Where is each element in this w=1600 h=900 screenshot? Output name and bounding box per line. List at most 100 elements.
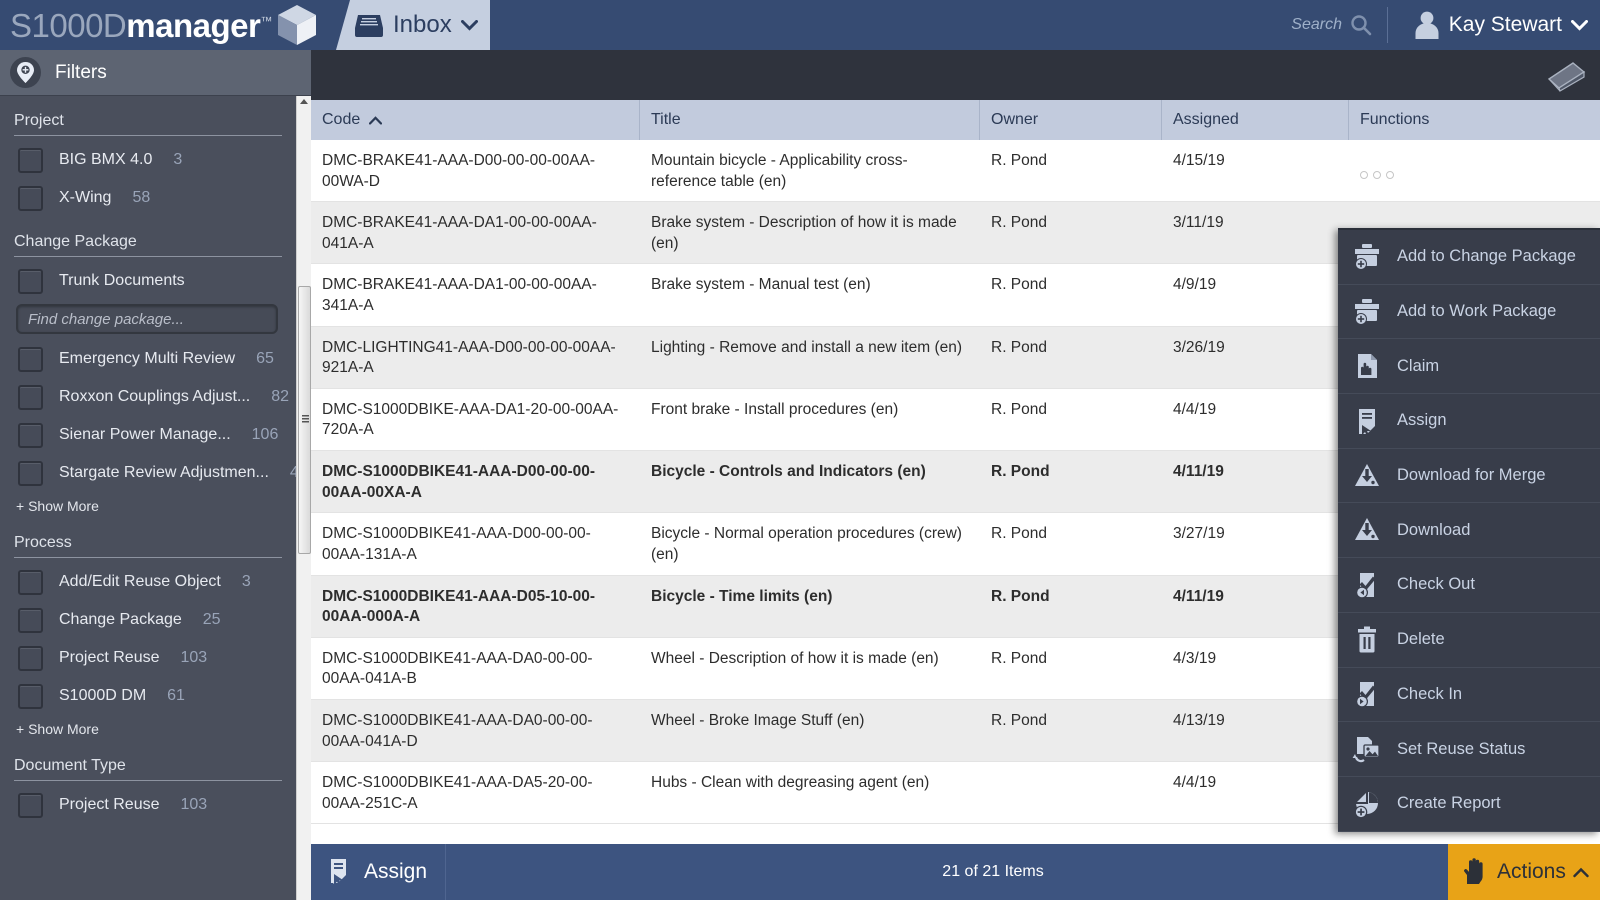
ellipsis-dot-icon	[1386, 170, 1394, 179]
menu-item-label: Set Reuse Status	[1397, 739, 1526, 758]
actions-button[interactable]: Actions	[1448, 844, 1600, 900]
filter-count: 3	[241, 573, 251, 590]
filters-badge	[10, 57, 41, 88]
cell-title: Wheel - Broke Image Stuff (en)	[651, 711, 865, 729]
cell-assigned: 3/26/19	[1173, 338, 1225, 356]
table-row[interactable]: DMC-BRAKE41-AAA-D00-00-00-00AA-00WA-D Mo…	[311, 140, 1600, 203]
checkbox[interactable]	[18, 607, 43, 633]
checkbox[interactable]	[18, 569, 43, 595]
cell-assigned: 4/3/19	[1173, 649, 1217, 667]
checkbox[interactable]	[18, 346, 43, 372]
menu-item-check-in[interactable]: Check In	[1338, 668, 1600, 723]
scrollbar-thumb[interactable]	[298, 286, 311, 554]
cell-owner: R. Pond	[991, 400, 1048, 418]
search-placeholder-label: Search	[1291, 16, 1342, 33]
show-more-process[interactable]: + Show More	[14, 715, 282, 741]
column-header-owner[interactable]: Owner	[980, 100, 1162, 140]
column-header-title[interactable]: Title	[640, 100, 980, 140]
menu-item-claim[interactable]: Claim	[1338, 339, 1600, 395]
cell-title: Brake system - Description of how it is …	[651, 214, 957, 252]
cell-assigned: 4/15/19	[1173, 152, 1225, 169]
row-context-menu: Add to Change Package Add to Work Packag…	[1338, 228, 1600, 832]
filter-item-trunk-documents[interactable]: Trunk Documents	[14, 262, 282, 300]
menu-item-label: Create Report	[1397, 794, 1501, 813]
filter-item-add-edit-reuse-object[interactable]: Add/Edit Reuse Object 3	[14, 563, 282, 601]
brand-text: S1000Dmanager™	[10, 9, 272, 42]
column-header-code[interactable]: Code	[311, 100, 640, 140]
search-icon[interactable]	[1350, 14, 1372, 36]
column-label: Functions	[1360, 111, 1430, 128]
filter-item-big-bmx[interactable]: BIG BMX 4.0 3	[14, 141, 282, 179]
cell-owner: R. Pond	[991, 525, 1048, 543]
filter-group-title-change-package: Change Package	[14, 217, 282, 257]
avatar-icon	[1415, 11, 1439, 39]
filter-item-project-reuse-doctype[interactable]: Project Reuse 103	[14, 786, 282, 824]
filter-item-change-package-process[interactable]: Change Package 25	[14, 601, 282, 639]
cell-title: Front brake - Install procedures (en)	[651, 400, 899, 418]
chevron-down-icon[interactable]	[1571, 19, 1588, 31]
check-out-icon	[1356, 572, 1376, 599]
checkbox[interactable]	[18, 384, 43, 410]
cell-owner: R. Pond	[991, 276, 1048, 294]
app-logo[interactable]: S1000Dmanager™	[0, 0, 352, 50]
eraser-icon[interactable]	[1546, 60, 1588, 92]
checkbox[interactable]	[18, 185, 43, 211]
briefcase-plus-icon	[1355, 298, 1379, 325]
column-label: Owner	[991, 111, 1039, 128]
checkbox[interactable]	[18, 792, 43, 818]
filter-label: Project Reuse	[59, 796, 160, 813]
cell-owner: R. Pond	[991, 338, 1048, 356]
filter-item-x-wing[interactable]: X-Wing 58	[14, 179, 282, 217]
location-pin-icon	[17, 62, 34, 83]
reuse-status-icon	[1352, 737, 1380, 763]
column-label: Title	[651, 111, 681, 128]
user-menu[interactable]: Kay Stewart	[1414, 0, 1588, 50]
tab-inbox[interactable]: Inbox	[336, 0, 490, 50]
cell-assigned: 4/11/19	[1173, 587, 1224, 605]
hand-document-icon	[1358, 354, 1377, 379]
chevron-down-icon[interactable]	[460, 19, 478, 31]
search-box[interactable]: Search	[1291, 0, 1372, 50]
filter-count: 61	[167, 687, 185, 704]
cell-functions[interactable]	[1349, 140, 1600, 201]
menu-item-add-to-work-package[interactable]: Add to Work Package	[1338, 285, 1600, 340]
scroll-up-arrow-icon[interactable]	[300, 99, 308, 104]
cell-title: Bicycle - Normal operation procedures (c…	[651, 525, 962, 563]
filter-item-sienar-power[interactable]: Sienar Power Manage... 106	[14, 416, 282, 454]
sort-ascending-caret-icon	[369, 115, 383, 125]
filter-item-stargate-review[interactable]: Stargate Review Adjustmen... 45	[14, 454, 296, 492]
filter-count: 82	[271, 388, 290, 405]
cell-assigned: 3/27/19	[1173, 525, 1225, 543]
menu-item-set-reuse-status[interactable]: Set Reuse Status	[1338, 722, 1600, 777]
filter-item-roxxon-couplings[interactable]: Roxxon Couplings Adjust... 82	[14, 378, 289, 416]
menu-item-add-to-change-package[interactable]: Add to Change Package	[1338, 230, 1600, 285]
filter-item-s1000d-dm[interactable]: S1000D DM 61	[14, 677, 282, 715]
checkbox[interactable]	[18, 147, 43, 173]
filters-title: Filters	[55, 61, 107, 83]
checkbox[interactable]	[18, 645, 43, 671]
filter-label: Add/Edit Reuse Object	[59, 573, 221, 590]
filter-group-title-document-type: Document Type	[14, 741, 282, 781]
column-header-assigned[interactable]: Assigned	[1162, 100, 1349, 140]
filter-item-project-reuse-process[interactable]: Project Reuse 103	[14, 639, 282, 677]
menu-item-create-report[interactable]: Create Report	[1338, 777, 1600, 832]
column-header-functions[interactable]: Functions	[1349, 100, 1600, 140]
cell-owner: R. Pond	[991, 463, 1050, 481]
checkbox[interactable]	[18, 268, 43, 294]
checkbox[interactable]	[18, 422, 43, 448]
menu-item-check-out[interactable]: Check Out	[1338, 558, 1600, 613]
menu-item-download[interactable]: Download	[1338, 503, 1600, 559]
sidebar-scrollbar[interactable]	[296, 96, 311, 900]
menu-item-assign[interactable]: Assign	[1338, 394, 1600, 449]
menu-item-label: Download	[1397, 520, 1471, 539]
show-more-change-package[interactable]: + Show More	[14, 492, 282, 518]
filter-item-emergency-multi-review[interactable]: Emergency Multi Review 65	[14, 340, 282, 378]
checkbox[interactable]	[18, 460, 43, 486]
filters-scroll-area: Project BIG BMX 4.0 3 X-Wing 58 Change P…	[0, 96, 296, 900]
menu-item-delete[interactable]: Delete	[1338, 613, 1600, 668]
filter-count: 65	[256, 350, 274, 367]
find-change-package-input[interactable]	[16, 304, 278, 334]
menu-item-download-for-merge[interactable]: Download for Merge	[1338, 449, 1600, 504]
checkbox[interactable]	[18, 683, 43, 709]
filter-label: Change Package	[59, 611, 182, 628]
